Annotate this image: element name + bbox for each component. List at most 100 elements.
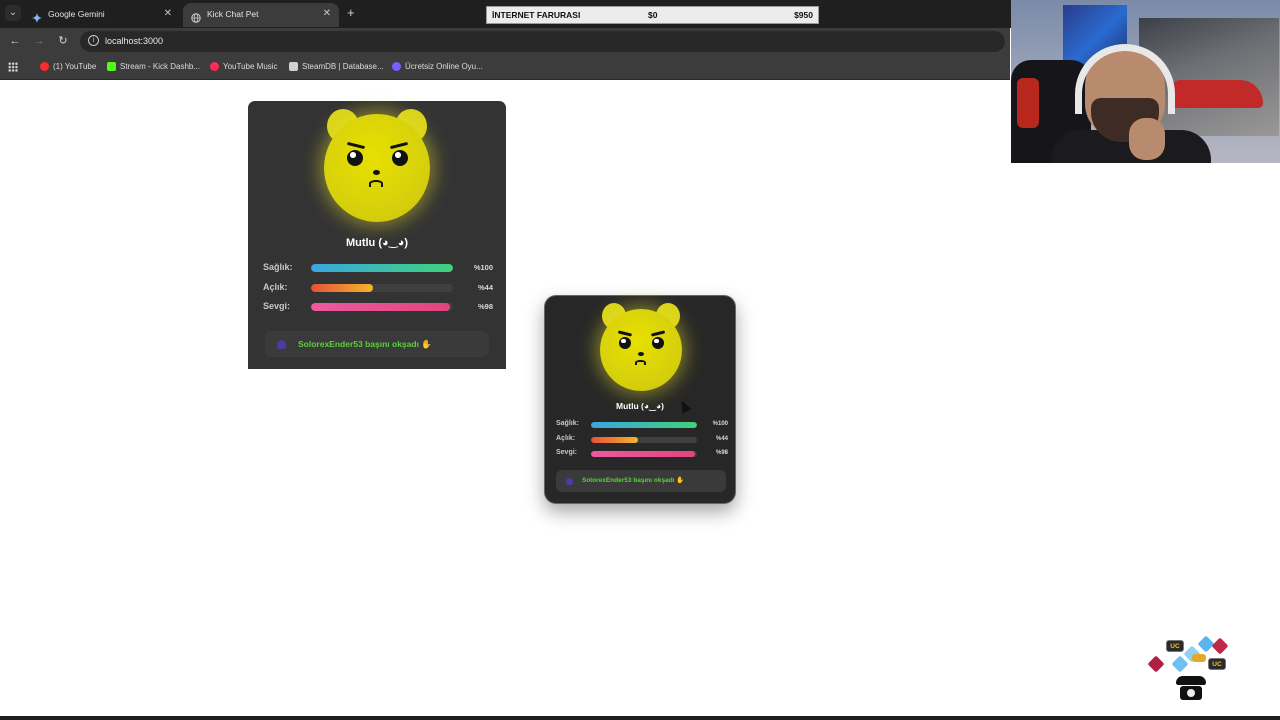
pet-eye-left: [619, 337, 631, 349]
address-bar[interactable]: i localhost:3000: [80, 31, 1005, 52]
stat-label: Sağlık:: [556, 420, 579, 427]
pet-avatar: [599, 301, 683, 393]
stat-track: [311, 303, 453, 311]
pet-nose: [638, 352, 644, 356]
stat-value: %44: [477, 283, 493, 292]
bookmark-steamdb[interactable]: SteamDB | Database...: [289, 55, 384, 79]
user-icon: [566, 478, 573, 485]
stat-label: Sevgi:: [263, 301, 291, 311]
youtube-icon: [40, 62, 49, 71]
stat-hunger: Açlık: %44: [556, 435, 728, 445]
apps-grid-icon[interactable]: [8, 62, 18, 72]
bookmark-label: Stream - Kick Dashb...: [120, 62, 201, 71]
webcam-overlay: [1011, 0, 1280, 163]
stat-track: [311, 264, 453, 272]
forward-arrow-icon[interactable]: →: [32, 34, 46, 48]
bookmark-label: Ücretsiz Online Oyu...: [405, 62, 483, 71]
stat-track: [591, 422, 697, 428]
pet-card-large: Mutlu (◕‿◕) Sağlık: %100 Açlık: %44 Sevg…: [248, 101, 506, 369]
stat-value: %100: [473, 263, 493, 272]
webcam-chair-accent: [1017, 78, 1039, 128]
love-bar-fill: [591, 451, 695, 457]
overlay-title: İNTERNET FARURASI: [492, 10, 581, 20]
pet-event-message: SolorexEnder53 başını okşadı ✋: [556, 470, 726, 492]
url-text: localhost:3000: [105, 36, 164, 46]
love-bar-fill: [311, 303, 451, 311]
pet-nose: [373, 170, 380, 175]
pet-mouth: [635, 360, 646, 365]
stat-value: %98: [715, 450, 728, 456]
hunger-bar-fill: [311, 284, 374, 292]
bookmark-label: YouTube Music: [223, 62, 278, 71]
stat-label: Açlık:: [263, 282, 288, 292]
close-icon[interactable]: ✕: [323, 3, 331, 25]
bookmark-youtube-music[interactable]: YouTube Music: [210, 55, 278, 79]
stat-track: [311, 284, 453, 292]
bookmark-youtube[interactable]: (1) YouTube: [40, 55, 96, 79]
taskbar-edge: [0, 716, 1280, 720]
stat-hunger: Açlık: %44: [263, 282, 493, 294]
site-info-icon[interactable]: i: [88, 35, 99, 46]
stat-value: %100: [712, 421, 728, 427]
webcam-person-hand: [1129, 118, 1165, 160]
health-bar-fill: [591, 422, 697, 428]
bookmark-kick-dashboard[interactable]: Stream - Kick Dashb...: [107, 55, 200, 79]
ruby-icon: [1211, 637, 1229, 655]
globe-icon: [191, 9, 201, 23]
diamond-icon: [1171, 655, 1189, 673]
internet-bill-overlay: İNTERNET FARURASI $0 $950: [486, 6, 819, 24]
bookmark-label: SteamDB | Database...: [302, 62, 384, 71]
gemini-icon: [32, 9, 42, 23]
toolbar: ← → ↻ i localhost:3000: [0, 28, 1010, 55]
tab-title: Google Gemini: [48, 9, 105, 19]
pet-mood: Mutlu (◕‿◕): [616, 401, 664, 411]
stat-value: %98: [477, 302, 493, 311]
event-text: SolorexEnder53 başını okşadı ✋: [582, 477, 685, 484]
pet-eye-right: [392, 150, 408, 166]
stat-health: Sağlık: %100: [556, 420, 728, 430]
uc-coin-badge: UC: [1208, 658, 1226, 670]
close-icon[interactable]: ✕: [164, 3, 172, 25]
bookmark-label: (1) YouTube: [53, 62, 97, 71]
overlay-max-value: $950: [794, 10, 813, 20]
pet-mood: Mutlu (◕‿◕): [345, 237, 409, 249]
game-icon: [392, 62, 401, 71]
gold-bar-icon: [1192, 654, 1206, 662]
stat-label: Sevgi:: [556, 449, 578, 456]
steamdb-icon: [289, 62, 298, 71]
tab-search-chevron-icon[interactable]: ⌄: [5, 5, 21, 21]
tab-kick-chat-pet[interactable]: Kick Chat Pet ✕: [183, 3, 339, 27]
reload-icon[interactable]: ↻: [56, 34, 70, 48]
new-tab-button[interactable]: +: [347, 5, 355, 21]
pet-event-message: SolorexEnder53 başını okşadı ✋: [265, 331, 489, 357]
stat-value: %44: [715, 436, 728, 442]
back-arrow-icon[interactable]: ←: [8, 34, 22, 48]
tab-google-gemini[interactable]: Google Gemini ✕: [24, 3, 180, 27]
uc-coin-badge: UC: [1166, 640, 1184, 652]
stat-love: Sevgi: %98: [263, 301, 493, 313]
rotary-phone-icon: [1176, 676, 1206, 702]
stat-health: Sağlık: %100: [263, 262, 493, 274]
health-bar-fill: [311, 264, 453, 272]
youtube-music-icon: [210, 62, 219, 71]
stat-label: Sağlık:: [263, 262, 293, 272]
overlay-min-value: $0: [648, 10, 658, 20]
pet-eye-left: [347, 150, 363, 166]
hunger-bar-fill: [591, 437, 638, 443]
user-icon: [277, 340, 286, 349]
stat-track: [591, 437, 697, 443]
stat-track: [591, 451, 697, 457]
stream-decoration: UC UC: [1146, 634, 1232, 706]
pet-mouth: [369, 180, 383, 187]
pet-card-small[interactable]: Mutlu (◕‿◕) Sağlık: %100 Açlık: %44 Sevg…: [544, 295, 736, 504]
webcam-poster-car: [1171, 80, 1263, 108]
pet-face: [324, 114, 430, 222]
event-text: SolorexEnder53 başını okşadı ✋: [298, 339, 432, 349]
bookmark-free-online-games[interactable]: Ücretsiz Online Oyu...: [392, 55, 483, 79]
pet-face: [600, 309, 682, 391]
kick-icon: [107, 62, 116, 71]
pet-avatar: [322, 106, 432, 226]
pet-eye-right: [652, 337, 664, 349]
stat-label: Açlık:: [556, 435, 576, 442]
stat-love: Sevgi: %98: [556, 449, 728, 459]
